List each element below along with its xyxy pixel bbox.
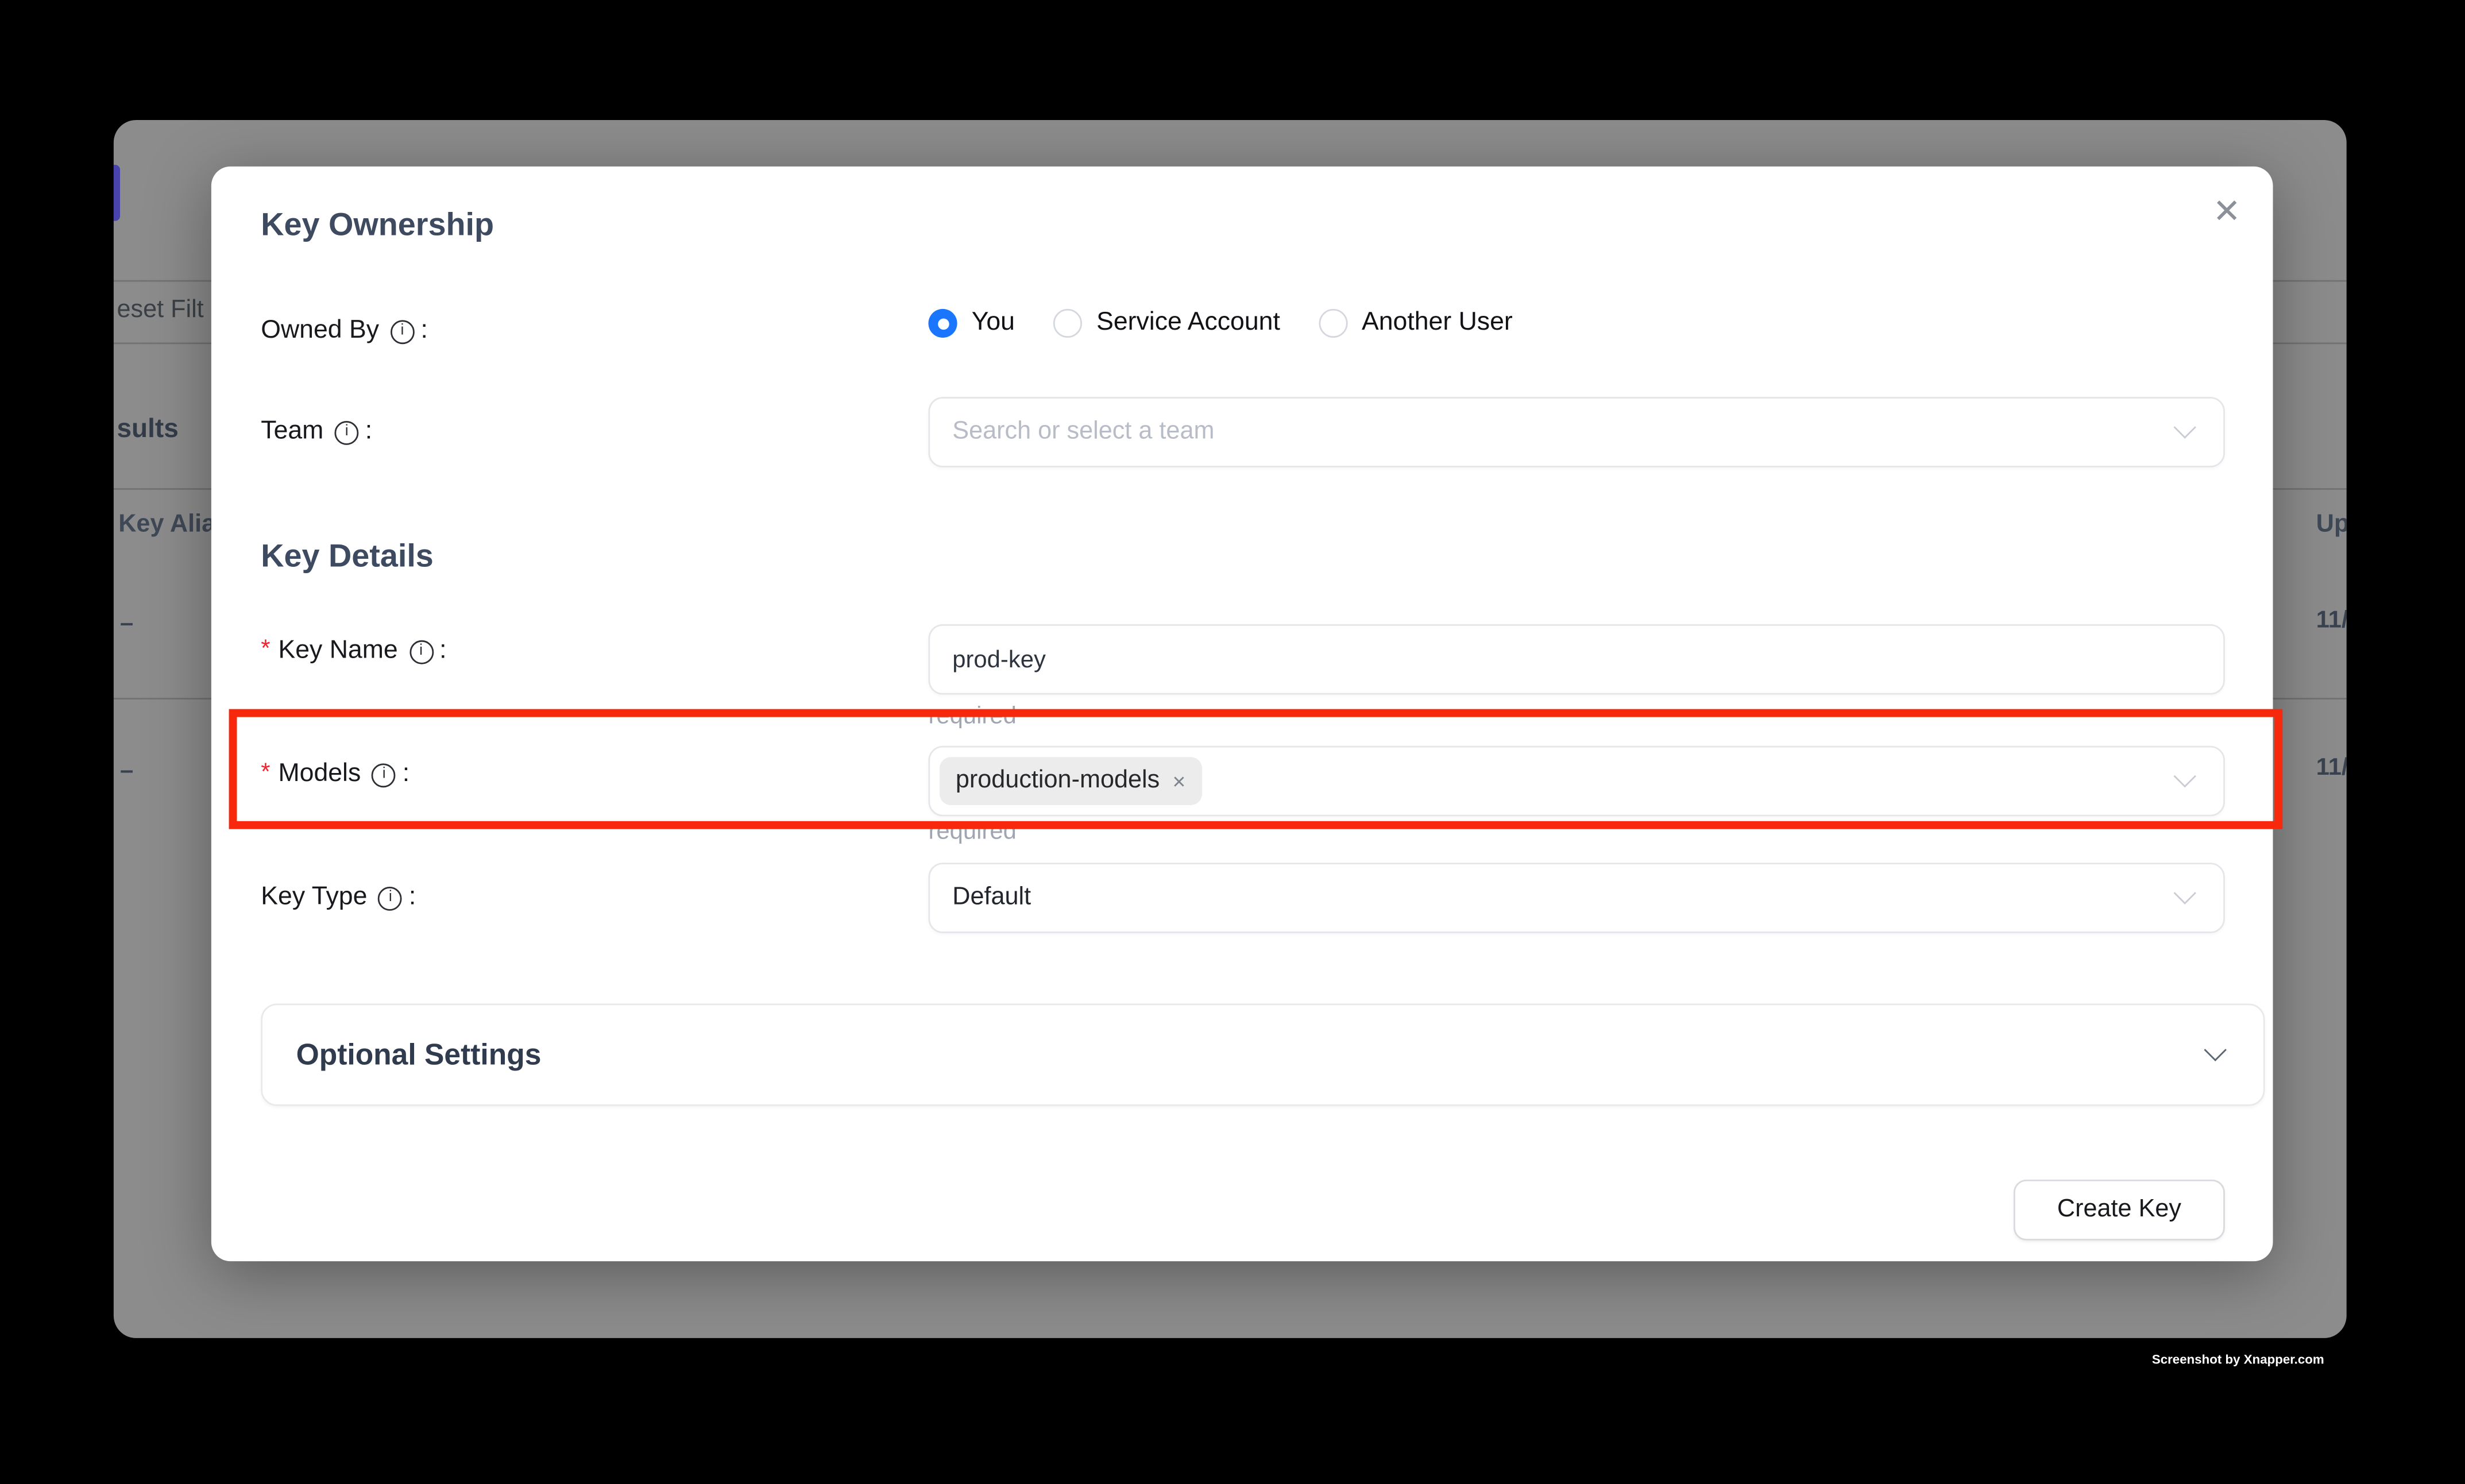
label-colon: : (420, 317, 427, 346)
radio-unselected-icon[interactable] (1319, 309, 1347, 338)
table-row-alias-dash: – (120, 757, 133, 784)
chevron-down-icon (2207, 1042, 2225, 1060)
models-select[interactable]: production-models × (928, 746, 2224, 817)
radio-option-another-user[interactable]: Another User (1319, 309, 1513, 338)
owned-by-label: Owned Byi: (261, 317, 428, 346)
tag-remove-icon[interactable]: × (1173, 768, 1186, 794)
key-type-select[interactable]: Default (928, 863, 2224, 933)
key-name-input[interactable]: prod-key (928, 624, 2224, 695)
radio-option-service-account[interactable]: Service Account (1053, 309, 1280, 338)
reset-filters-button-fragment[interactable]: eset Filt (117, 296, 203, 325)
chevron-down-icon (2177, 768, 2194, 786)
clipped-primary-button-edge (114, 165, 120, 221)
team-label: Teami: (261, 418, 372, 446)
team-select-placeholder: Search or select a team (952, 418, 1214, 446)
create-key-button[interactable]: Create Key (2014, 1180, 2225, 1240)
label-colon: : (403, 760, 409, 789)
info-icon[interactable]: i (391, 319, 415, 343)
models-required-error: required (928, 818, 1016, 845)
optional-settings-label: Optional Settings (296, 1037, 542, 1072)
label-colon: : (439, 637, 446, 666)
column-header-updated-fragment: Up (2316, 511, 2347, 539)
chevron-down-icon (2177, 885, 2194, 903)
key-type-value: Default (952, 883, 1031, 912)
table-row-alias-dash: – (120, 610, 133, 637)
models-label: *Modelsi: (261, 760, 409, 789)
optional-settings-collapse[interactable]: Optional Settings (261, 1003, 2265, 1106)
create-key-modal: ✕ Key Ownership Owned Byi: You Service A… (211, 167, 2273, 1261)
screenshot-stage: eset Filt sults Key Alia Up – 11/ – 11/ … (0, 0, 2465, 1484)
radio-unselected-icon[interactable] (1053, 309, 1082, 338)
models-selected-tag: production-models × (940, 757, 1201, 805)
models-tag-text: production-models (956, 767, 1160, 795)
radio-selected-icon[interactable] (928, 309, 957, 338)
watermark-text: Screenshot by Xnapper.com (2152, 1352, 2324, 1367)
team-select[interactable]: Search or select a team (928, 397, 2224, 467)
results-count-fragment: sults (117, 415, 178, 445)
required-asterisk: * (261, 635, 270, 662)
label-colon: : (365, 418, 372, 446)
owned-by-radio-group: You Service Account Another User (928, 309, 1512, 338)
key-name-value: prod-key (952, 646, 1046, 673)
column-header-key-alias-fragment: Key Alia (118, 511, 215, 539)
key-name-required-error: required (928, 702, 1016, 729)
required-asterisk: * (261, 758, 270, 785)
info-icon[interactable]: i (372, 763, 396, 787)
key-name-label: *Key Namei: (261, 637, 446, 666)
chevron-down-icon (2177, 419, 2194, 437)
table-row-updated-date: 11/ (2316, 606, 2347, 633)
close-icon[interactable]: ✕ (2213, 195, 2241, 229)
key-ownership-heading: Key Ownership (261, 208, 494, 245)
table-row-updated-date: 11/ (2316, 754, 2347, 781)
info-icon[interactable]: i (378, 886, 403, 910)
info-icon[interactable]: i (409, 639, 433, 663)
key-details-heading: Key Details (261, 539, 434, 576)
radio-option-you[interactable]: You (928, 309, 1014, 338)
label-colon: : (409, 883, 416, 912)
key-type-label: Key Typei: (261, 883, 416, 912)
info-icon[interactable]: i (335, 420, 359, 445)
